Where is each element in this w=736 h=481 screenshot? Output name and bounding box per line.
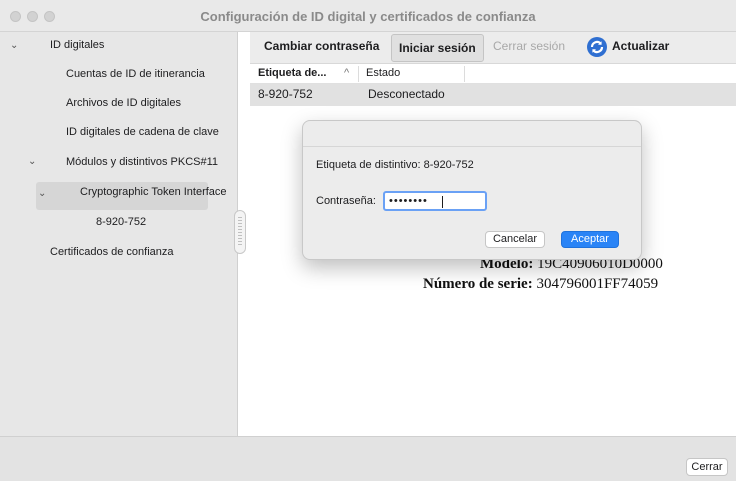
- sidebar-item-token-8-920-752[interactable]: 8-920-752: [96, 216, 146, 228]
- refresh-button[interactable]: Actualizar: [612, 39, 669, 53]
- toolbar: Cambiar contraseña Iniciar sesión Cerrar…: [250, 32, 736, 64]
- grip-icon: [238, 217, 242, 247]
- sidebar-item-pkcs11[interactable]: Módulos y distintivos PKCS#11: [66, 156, 218, 168]
- sidebar-item-cuentas-itinerancia[interactable]: Cuentas de ID de itinerancia: [66, 68, 205, 80]
- serial-value: 304796001FF74059: [536, 276, 659, 292]
- dialog-header: [303, 121, 641, 147]
- sidebar-item-cryptographic-token[interactable]: Cryptographic Token Interface: [80, 186, 227, 198]
- chevron-down-icon[interactable]: ⌄: [28, 156, 36, 167]
- row-status-cell: Desconectado: [368, 87, 445, 101]
- row-label-cell: 8-920-752: [258, 87, 313, 101]
- sidebar-item-cadena-clave[interactable]: ID digitales de cadena de clave: [66, 126, 219, 138]
- table-row[interactable]: 8-920-752 Desconectado: [250, 84, 736, 106]
- password-input[interactable]: ••••••••: [383, 191, 487, 211]
- title-bar: Configuración de ID digital y certificad…: [0, 0, 736, 32]
- text-caret: [442, 196, 443, 208]
- serial-label: Número de serie:: [423, 276, 533, 292]
- column-header-label[interactable]: Etiqueta de...: [258, 67, 326, 79]
- details-serial: Número de serie: 304796001FF74059: [423, 276, 658, 293]
- table-header: Etiqueta de... ^ Estado: [250, 64, 736, 84]
- accept-button[interactable]: Aceptar: [561, 231, 619, 248]
- footer-bar: Cerrar: [0, 436, 736, 481]
- pane-splitter-handle[interactable]: [234, 210, 246, 254]
- column-divider: [358, 66, 359, 82]
- close-button[interactable]: Cerrar: [686, 458, 728, 476]
- sidebar-tree: ⌄ ID digitales Cuentas de ID de itineran…: [0, 32, 238, 436]
- window-title: Configuración de ID digital y certificad…: [200, 9, 536, 24]
- column-divider: [464, 66, 465, 82]
- refresh-icon[interactable]: [586, 36, 608, 58]
- login-button[interactable]: Iniciar sesión: [391, 34, 484, 62]
- change-password-button[interactable]: Cambiar contraseña: [264, 39, 379, 53]
- sidebar-item-archivos-id[interactable]: Archivos de ID digitales: [66, 97, 181, 109]
- logout-button[interactable]: Cerrar sesión: [493, 39, 565, 53]
- chevron-down-icon[interactable]: ⌄: [38, 188, 46, 199]
- sort-ascending-icon: ^: [344, 67, 350, 79]
- login-dialog: Etiqueta de distintivo: 8-920-752 Contra…: [302, 120, 642, 260]
- chevron-down-icon[interactable]: ⌄: [10, 40, 18, 51]
- cancel-button[interactable]: Cancelar: [485, 231, 545, 248]
- token-label-text: Etiqueta de distintivo: 8-920-752: [316, 159, 474, 171]
- password-label: Contraseña:: [316, 195, 376, 207]
- sidebar-item-certificados-confianza[interactable]: Certificados de confianza: [50, 246, 174, 258]
- column-header-status[interactable]: Estado: [366, 67, 400, 79]
- password-value: ••••••••: [389, 195, 428, 207]
- sidebar-item-id-digitales[interactable]: ID digitales: [50, 39, 104, 51]
